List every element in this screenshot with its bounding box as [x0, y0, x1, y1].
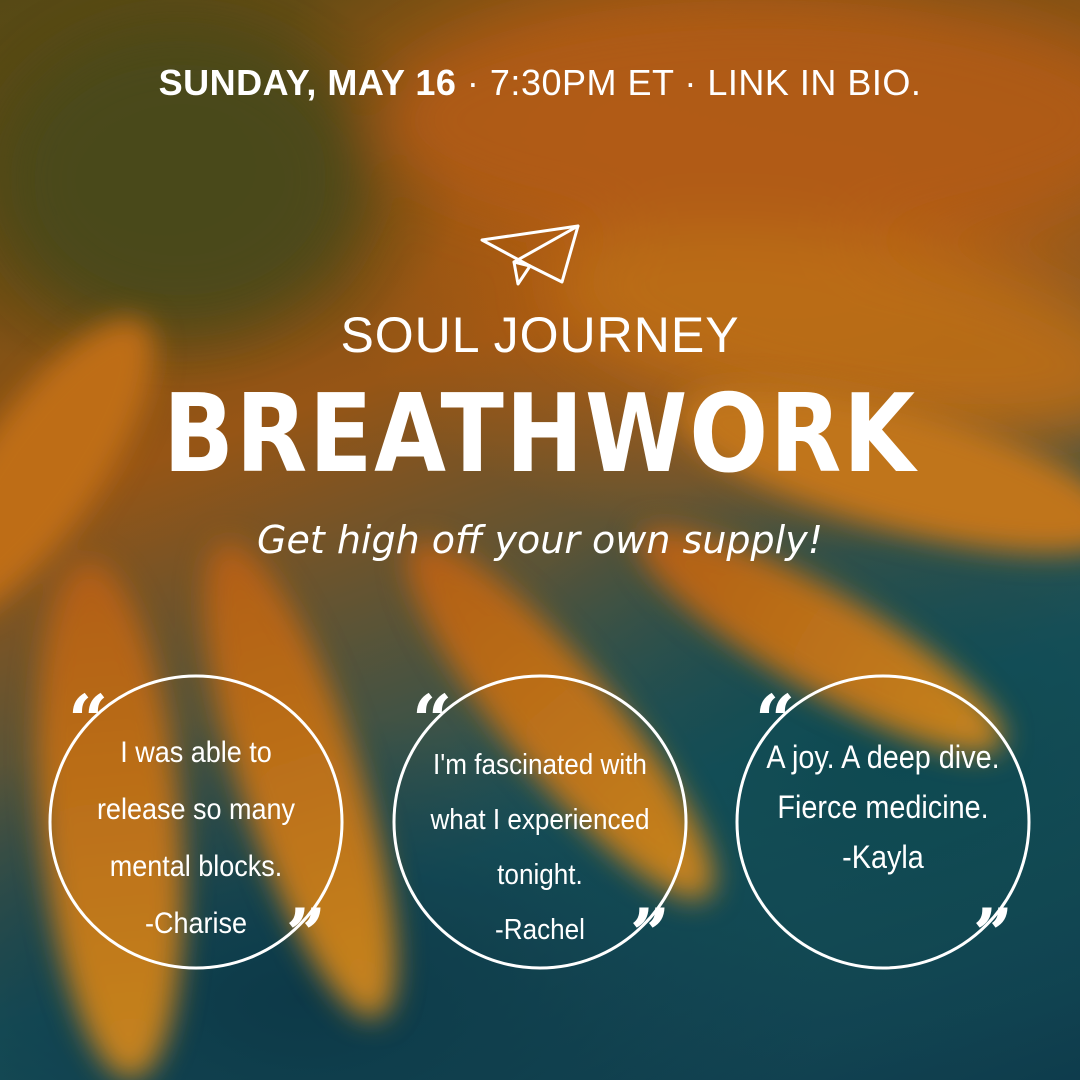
testimonial-line: A joy. A deep dive. — [766, 739, 1000, 775]
event-time-link: · 7:30PM ET · LINK IN BIO. — [456, 62, 922, 103]
testimonial-text: A joy. A deep dive. Fierce medicine. -Ka… — [766, 732, 1000, 882]
testimonial-author: -Kayla — [842, 839, 924, 875]
testimonial-bubble: “ I was able to release so many mental b… — [46, 672, 346, 972]
page-title: BREATHWORK — [163, 372, 917, 497]
testimonial-line: mental blocks. — [109, 850, 283, 883]
close-quote-icon: ” — [285, 893, 326, 976]
event-details: SUNDAY, MAY 16 · 7:30PM ET · LINK IN BIO… — [0, 62, 1080, 104]
testimonial-author: -Charise — [144, 907, 248, 940]
close-quote-icon: ” — [629, 893, 670, 976]
testimonial-line: what I experienced — [430, 804, 650, 836]
tagline: Get high off your own supply! — [257, 518, 823, 562]
testimonial-line: I was able to — [120, 736, 272, 769]
testimonial-line: release so many — [96, 793, 296, 826]
poster: SUNDAY, MAY 16 · 7:30PM ET · LINK IN BIO… — [0, 0, 1080, 1080]
testimonial-line: I'm fascinated with — [433, 749, 647, 781]
testimonial-line: tonight. — [497, 859, 583, 891]
subtitle: SOUL JOURNEY — [340, 307, 740, 363]
event-date: SUNDAY, MAY 16 — [158, 62, 457, 103]
testimonial-text: I was able to release so many mental blo… — [79, 724, 313, 952]
paper-plane-icon — [480, 224, 580, 286]
testimonial-text: I'm fascinated with what I experienced t… — [423, 738, 657, 958]
close-quote-icon: ” — [972, 893, 1013, 976]
testimonial-bubble: “ I'm fascinated with what I experienced… — [390, 672, 690, 972]
testimonial-author: -Rachel — [495, 914, 585, 946]
testimonial-bubble: “ A joy. A deep dive. Fierce medicine. -… — [733, 672, 1033, 972]
testimonial-line: Fierce medicine. — [777, 789, 989, 825]
